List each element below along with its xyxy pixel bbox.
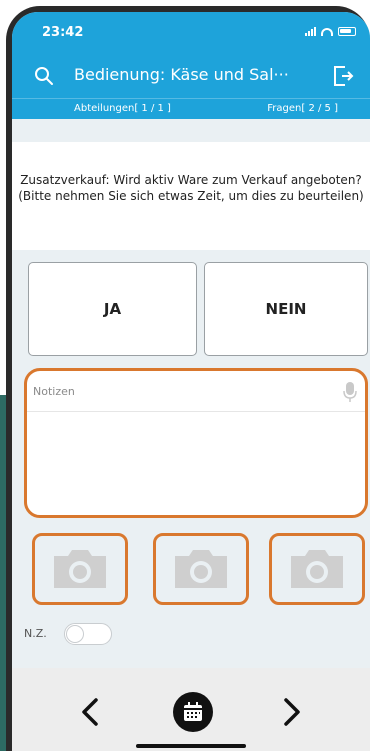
photo-button-1[interactable] — [32, 533, 128, 605]
exit-icon[interactable] — [332, 64, 354, 88]
questions-counter: Fragen[ 2 / 5 ] — [267, 103, 338, 114]
notes-divider — [27, 411, 365, 412]
chevron-right-icon[interactable] — [280, 697, 304, 727]
status-time: 23:42 — [42, 25, 84, 40]
nz-row: N.Z. — [12, 617, 370, 653]
camera-icon — [175, 550, 227, 588]
battery-icon — [338, 27, 356, 36]
app-header: Bedienung: Käse und Sal··· — [12, 54, 370, 98]
chevron-left-icon[interactable] — [78, 697, 102, 727]
photo-button-2[interactable] — [153, 533, 249, 605]
app-screen: 23:42 Bedienung: Käse und Sal··· Abteilu… — [12, 12, 370, 751]
wifi-icon — [321, 28, 333, 36]
question-text: Zusatzverkauf: Wird aktiv Ware zum Verka… — [18, 173, 364, 203]
photo-button-3[interactable] — [269, 533, 365, 605]
toggle-knob — [66, 625, 84, 643]
progress-subheader: Abteilungen[ 1 / 1 ] Fragen[ 2 / 5 ] — [12, 98, 370, 119]
calendar-icon — [184, 702, 202, 721]
departments-counter: Abteilungen[ 1 / 1 ] — [74, 103, 171, 114]
status-bar: 23:42 — [12, 12, 370, 54]
microphone-icon[interactable] — [343, 381, 357, 403]
question-card: Zusatzverkauf: Wird aktiv Ware zum Verka… — [12, 142, 370, 250]
page-title: Bedienung: Käse und Sal··· — [74, 65, 289, 84]
nz-toggle[interactable] — [64, 623, 112, 645]
bottom-navigation — [12, 668, 370, 751]
answer-yes-button[interactable]: JA — [28, 262, 197, 356]
notes-placeholder: Notizen — [33, 385, 75, 398]
nz-label: N.Z. — [24, 627, 47, 640]
notes-field[interactable]: Notizen — [24, 368, 368, 518]
status-icons — [305, 27, 356, 36]
calendar-button[interactable] — [173, 692, 213, 732]
camera-icon — [291, 550, 343, 588]
camera-icon — [54, 550, 106, 588]
search-icon[interactable] — [34, 66, 54, 86]
answer-no-button[interactable]: NEIN — [204, 262, 368, 356]
home-indicator — [136, 744, 246, 748]
signal-icon — [305, 27, 316, 36]
